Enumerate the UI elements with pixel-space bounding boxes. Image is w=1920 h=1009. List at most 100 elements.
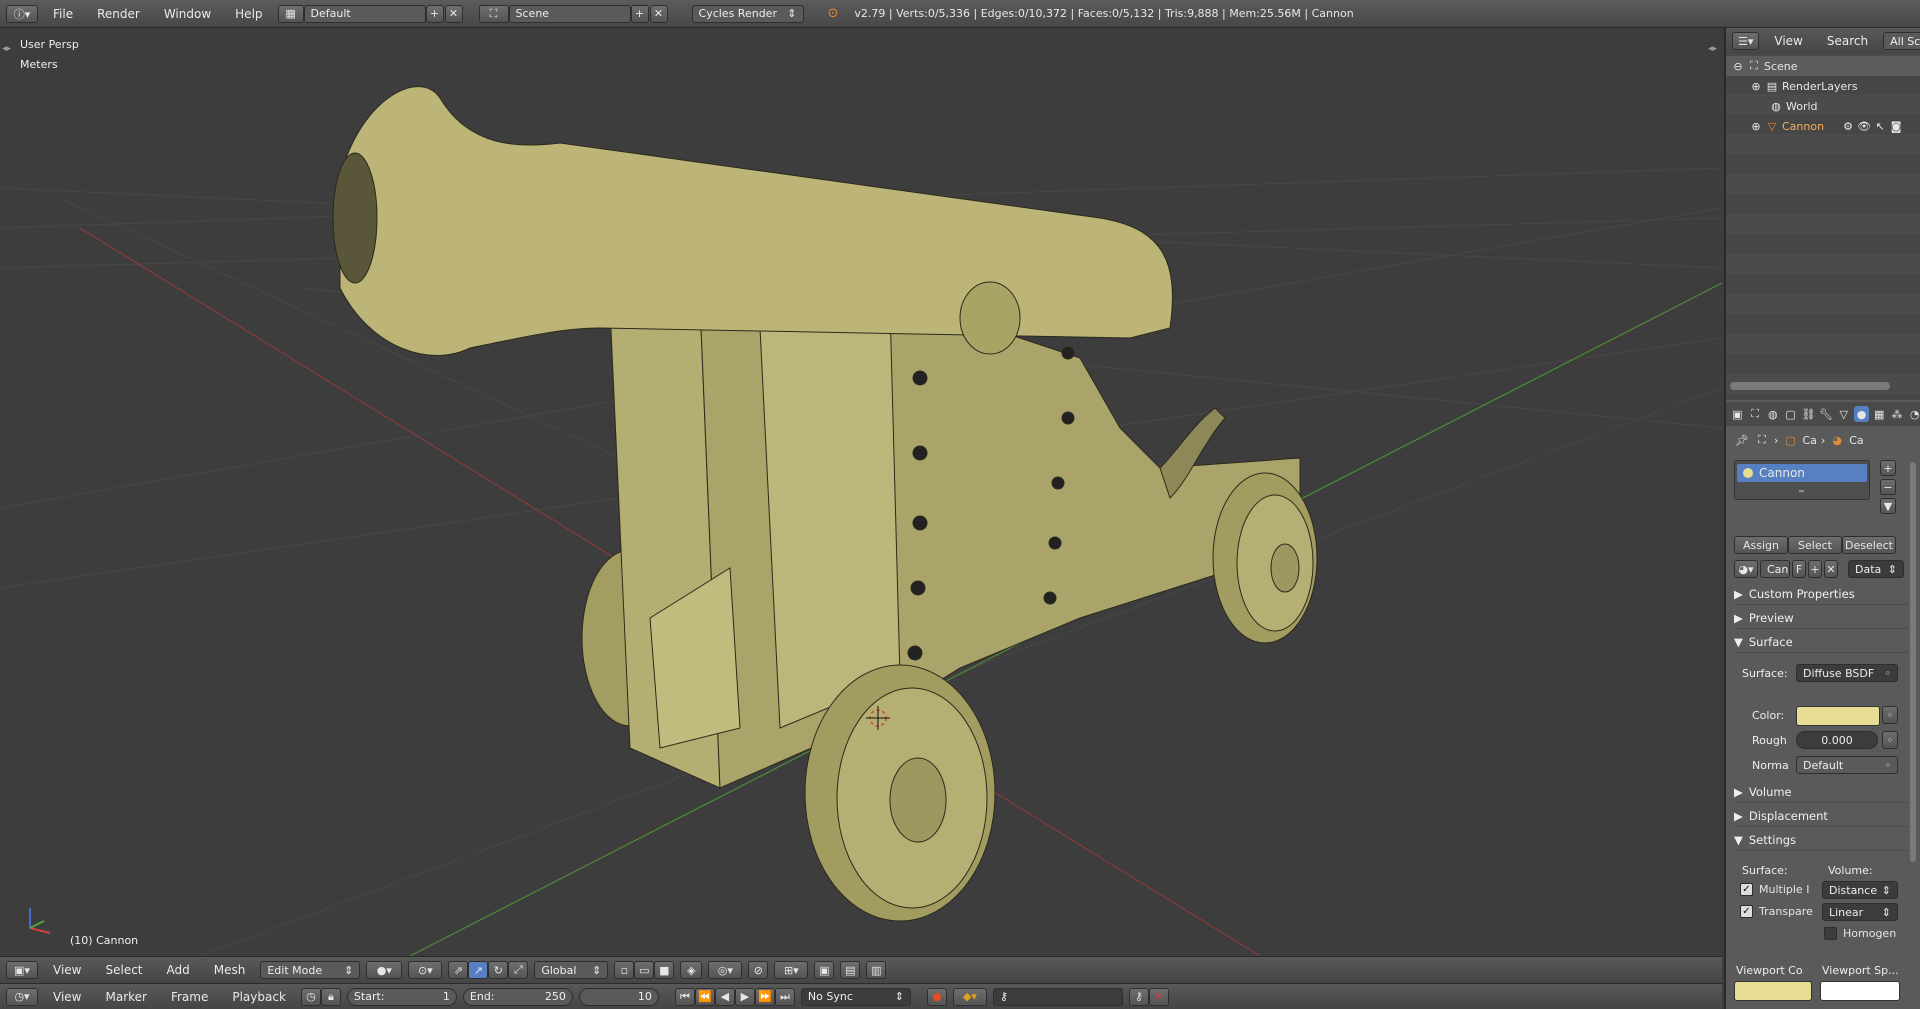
menu-playback[interactable]: Playback (223, 990, 295, 1004)
keying-set-button[interactable]: ◆▾ (952, 987, 987, 1006)
display-mode-select[interactable]: All Scenes (1883, 32, 1920, 50)
jump-start-button[interactable]: ⏮ (674, 987, 695, 1006)
add-slot-button[interactable]: + (1880, 460, 1896, 476)
play-button[interactable]: ▶ (734, 987, 755, 1006)
screen-layout-icon[interactable]: ▦ (277, 4, 304, 23)
multiple-importance-checkbox[interactable]: ✓ Multiple I (1740, 883, 1809, 896)
properties-editor[interactable]: ▣ ⛶ ◍ ▢ ⛓ 🔧︎ ▽ ● ▦ ⁂ ◔ 📌︎ ⛶ › ▢ Ca › ◕ C… (1726, 402, 1920, 1009)
jump-end-button[interactable]: ⏭ (774, 987, 795, 1006)
renderable-camera-icon[interactable]: ◙ (1888, 118, 1904, 134)
panel-displacement[interactable]: ▶ Displacement (1734, 806, 1908, 827)
render-button[interactable]: ▣ (814, 961, 835, 979)
translate-manipulator-button[interactable]: ↗ (468, 961, 489, 979)
list-resize-handle[interactable]: ═ (1799, 487, 1804, 496)
menu-window[interactable]: Window (155, 7, 220, 21)
scale-manipulator-button[interactable]: ⤢ (508, 961, 529, 979)
screen-layout-field[interactable]: Default (303, 4, 426, 23)
manipulator-toggle-button[interactable]: ⇗ (448, 961, 469, 979)
editor-type-3dview-button[interactable]: ▣▾ (6, 961, 38, 979)
editor-type-outliner-button[interactable]: ☰▾ (1732, 32, 1760, 50)
preview-range-icon[interactable]: ◷ (300, 987, 321, 1006)
editor-type-timeline-button[interactable]: ◷▾ (6, 987, 38, 1006)
surface-shader-select[interactable]: Diffuse BSDF ◦ (1796, 664, 1898, 682)
pivot-point-button[interactable]: ⊙▾ (408, 961, 443, 979)
volume-sampling-select[interactable]: Distance ⇕ (1822, 881, 1898, 899)
face-select-button[interactable]: ■ (654, 961, 675, 979)
fake-user-button[interactable]: F (1792, 560, 1806, 578)
scene-field[interactable]: Scene (508, 4, 631, 23)
keying-set-field[interactable]: ⚷ (992, 987, 1123, 1006)
material-slots-list[interactable]: Cannon ═ (1734, 460, 1870, 500)
world-tab-icon[interactable]: ◍ (1765, 406, 1780, 422)
expand-icon[interactable]: ⊕ (1748, 118, 1764, 134)
proportional-edit-button[interactable]: ◎▾ (708, 961, 743, 979)
volume-interpolation-select[interactable]: Linear ⇕ (1822, 903, 1898, 921)
menu-view[interactable]: View (1765, 34, 1811, 48)
properties-toggle-icon[interactable]: ◂▸ (1708, 44, 1717, 54)
outliner-item-world[interactable]: ◍ World (1726, 96, 1920, 116)
render-engine-select[interactable]: Cycles Render ⇕ (691, 4, 804, 23)
menu-add[interactable]: Add (158, 963, 199, 977)
panel-volume[interactable]: ▶ Volume (1734, 782, 1908, 803)
insert-keyframe-button[interactable]: ⚷ (1128, 987, 1149, 1006)
assign-button[interactable]: Assign (1734, 536, 1788, 554)
remove-layout-button[interactable]: ✕ (444, 4, 463, 23)
jump-keyframe-forward-button[interactable]: ⏩ (754, 987, 775, 1006)
new-material-button[interactable]: + (1808, 560, 1822, 578)
menu-search[interactable]: Search (1818, 34, 1877, 48)
select-button[interactable]: Select (1788, 536, 1842, 554)
menu-view[interactable]: View (44, 990, 90, 1004)
menu-mesh[interactable]: Mesh (205, 963, 255, 977)
panel-custom-properties[interactable]: ▶ Custom Properties (1734, 584, 1908, 605)
mode-select[interactable]: Edit Mode ⇕ (260, 961, 361, 979)
outliner[interactable]: ☰▾ View Search All Scenes ⊖ ⛶ Scene ⊕ ▤ … (1726, 28, 1920, 400)
pin-icon[interactable]: 📌︎ (1734, 432, 1750, 448)
color-link-button[interactable]: ◦ (1882, 706, 1898, 724)
menu-marker[interactable]: Marker (96, 990, 155, 1004)
slot-specials-button[interactable]: ▼ (1880, 498, 1896, 514)
end-frame-field[interactable]: End: 250 (462, 987, 573, 1006)
particles-tab-icon[interactable]: ⁂ (1890, 406, 1905, 422)
start-frame-field[interactable]: Start: 1 (346, 987, 457, 1006)
menu-render[interactable]: Render (88, 7, 149, 21)
vertex-select-button[interactable]: ▫ (614, 961, 635, 979)
properties-scrollbar[interactable] (1910, 462, 1916, 862)
render-tab-icon[interactable]: ▣ (1730, 406, 1745, 422)
opengl-render-button[interactable]: ▤ (840, 961, 861, 979)
jump-keyframe-back-button[interactable]: ⏪ (694, 987, 715, 1006)
link-select[interactable]: Data ⇕ (1848, 560, 1904, 578)
menu-help[interactable]: Help (226, 7, 271, 21)
add-layout-button[interactable]: + (425, 4, 444, 23)
menu-file[interactable]: File (44, 7, 82, 21)
menu-view[interactable]: View (44, 963, 90, 977)
current-frame-field[interactable]: 10 (578, 987, 659, 1006)
delete-keyframe-button[interactable]: ✕ (1148, 987, 1169, 1006)
animation-render-button[interactable]: ▥ (866, 961, 887, 979)
remove-slot-button[interactable]: − (1880, 479, 1896, 495)
deselect-button[interactable]: Deselect (1842, 536, 1896, 554)
remove-scene-button[interactable]: ✕ (649, 4, 668, 23)
lock-icon[interactable]: 🔒︎ (320, 987, 341, 1006)
outliner-item-renderlayers[interactable]: ⊕ ▤ RenderLayers (1726, 76, 1920, 96)
outliner-item-cannon[interactable]: ⊕ ▽ Cannon ⚙ 👁︎ ↖ ◙ (1726, 116, 1920, 136)
normal-select[interactable]: Default ◦ (1796, 756, 1898, 774)
viewport-color-swatch[interactable] (1734, 981, 1812, 1001)
menu-frame[interactable]: Frame (162, 990, 217, 1004)
object-tab-icon[interactable]: ▢ (1783, 406, 1798, 422)
roughness-link-button[interactable]: ◦ (1882, 731, 1898, 749)
transparent-shadows-checkbox[interactable]: ✓ Transpare (1740, 905, 1813, 918)
edge-select-button[interactable]: ▭ (634, 961, 655, 979)
modifiers-tab-icon[interactable]: 🔧︎ (1819, 406, 1834, 422)
unlink-material-button[interactable]: ✕ (1824, 560, 1838, 578)
color-swatch[interactable] (1796, 706, 1880, 726)
sync-mode-select[interactable]: No Sync ⇕ (800, 987, 911, 1006)
occlude-geometry-button[interactable]: ◈ (680, 961, 703, 979)
snap-element-button[interactable]: ⊞▾ (774, 961, 809, 979)
panel-surface[interactable]: ▼ Surface (1734, 632, 1908, 653)
panel-settings[interactable]: ▼ Settings (1734, 830, 1908, 851)
editor-type-info-button[interactable]: ⓘ▾ (6, 4, 38, 23)
scene-icon[interactable]: ⛶ (478, 4, 509, 23)
browse-material-button[interactable]: ◕▾ (1734, 560, 1758, 578)
orientation-select[interactable]: Global ⇕ (534, 961, 609, 979)
constraints-tab-icon[interactable]: ⛓ (1801, 406, 1816, 422)
